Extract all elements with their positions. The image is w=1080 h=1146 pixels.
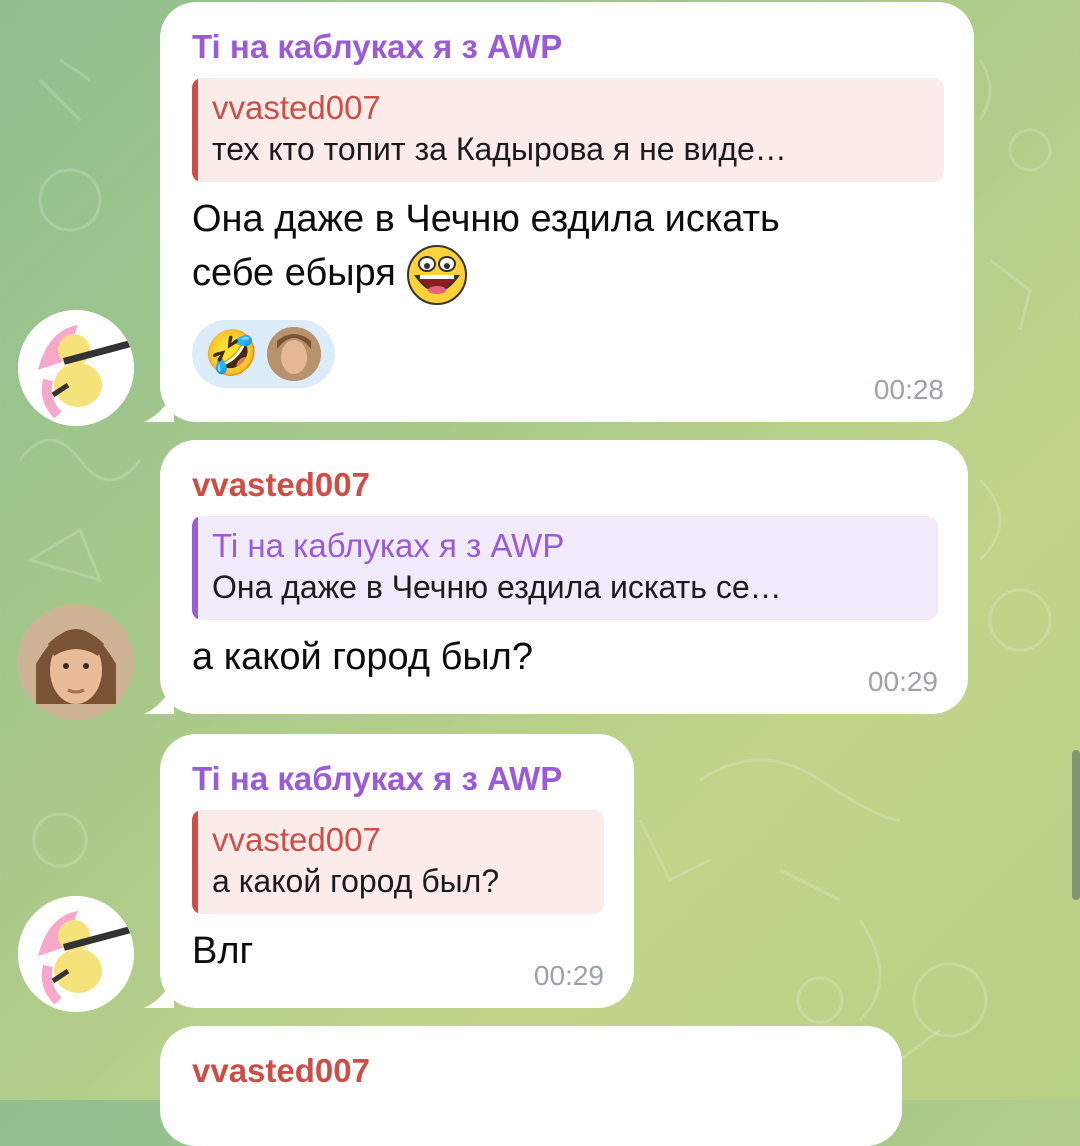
message-bubble[interactable]: vvasted007 — [160, 1026, 902, 1146]
face-avatar-icon — [266, 327, 321, 381]
scrollbar[interactable] — [1072, 750, 1080, 900]
sender-avatar[interactable] — [18, 604, 134, 720]
reply-text: тех кто топит за Кадырова я не виде… — [212, 131, 787, 167]
pony-avatar-icon — [18, 896, 134, 1012]
message-time: 00:29 — [533, 960, 604, 991]
reaction-chip[interactable]: 🤣 — [192, 320, 335, 388]
reply-quote[interactable]: Ti на каблуках я з AWP Она даже в Чечню … — [192, 516, 938, 620]
pony-avatar-icon — [18, 310, 134, 426]
message-line: Она даже в Чечню ездила искать — [192, 198, 780, 240]
message-line: себе ебыря — [192, 252, 396, 295]
sender-name[interactable]: vvasted007 — [192, 464, 938, 506]
face-avatar-icon — [18, 604, 134, 720]
message-bubble[interactable]: Ti на каблуках я з AWP vvasted007 тех кт… — [144, 2, 974, 422]
message-text: Она даже в Чечню ездила искать себе ебыр… — [192, 194, 944, 306]
reply-author: vvasted007 — [212, 89, 381, 126]
bubble-tail — [144, 392, 174, 422]
reply-quote[interactable]: vvasted007 а какой город был? — [192, 810, 604, 914]
message-time: 00:28 — [873, 374, 944, 405]
sender-avatar[interactable] — [18, 310, 134, 426]
reply-author: Ti на каблуках я з AWP — [212, 527, 565, 564]
sender-name[interactable]: Ti на каблуках я з AWP — [192, 758, 604, 800]
sender-name[interactable]: Ti на каблуках я з AWP — [192, 26, 944, 68]
reply-text: Она даже в Чечню ездила искать се… — [212, 569, 782, 605]
reply-quote[interactable]: vvasted007 тех кто топит за Кадырова я н… — [192, 78, 944, 182]
reply-text: а какой город был? — [212, 863, 500, 899]
bubble-tail — [144, 684, 174, 714]
message-bubble[interactable]: vvasted007 Ti на каблуках я з AWP Она да… — [144, 440, 968, 714]
message-line-with-emoji: себе ебыря — [192, 244, 944, 306]
message-bubble[interactable]: Ti на каблуках я з AWP vvasted007 а како… — [144, 734, 634, 1008]
message-text: а какой город был? — [192, 636, 533, 678]
sender-avatar[interactable] — [18, 896, 134, 1012]
message-time: 00:29 — [867, 666, 938, 697]
reactor-avatar — [266, 327, 321, 381]
awesome-face-emoji-icon — [407, 245, 468, 305]
bubble-tail — [144, 978, 174, 1008]
reaction-emoji: 🤣 — [204, 329, 259, 378]
sender-name[interactable]: vvasted007 — [192, 1050, 872, 1092]
reply-author: vvasted007 — [212, 821, 381, 858]
